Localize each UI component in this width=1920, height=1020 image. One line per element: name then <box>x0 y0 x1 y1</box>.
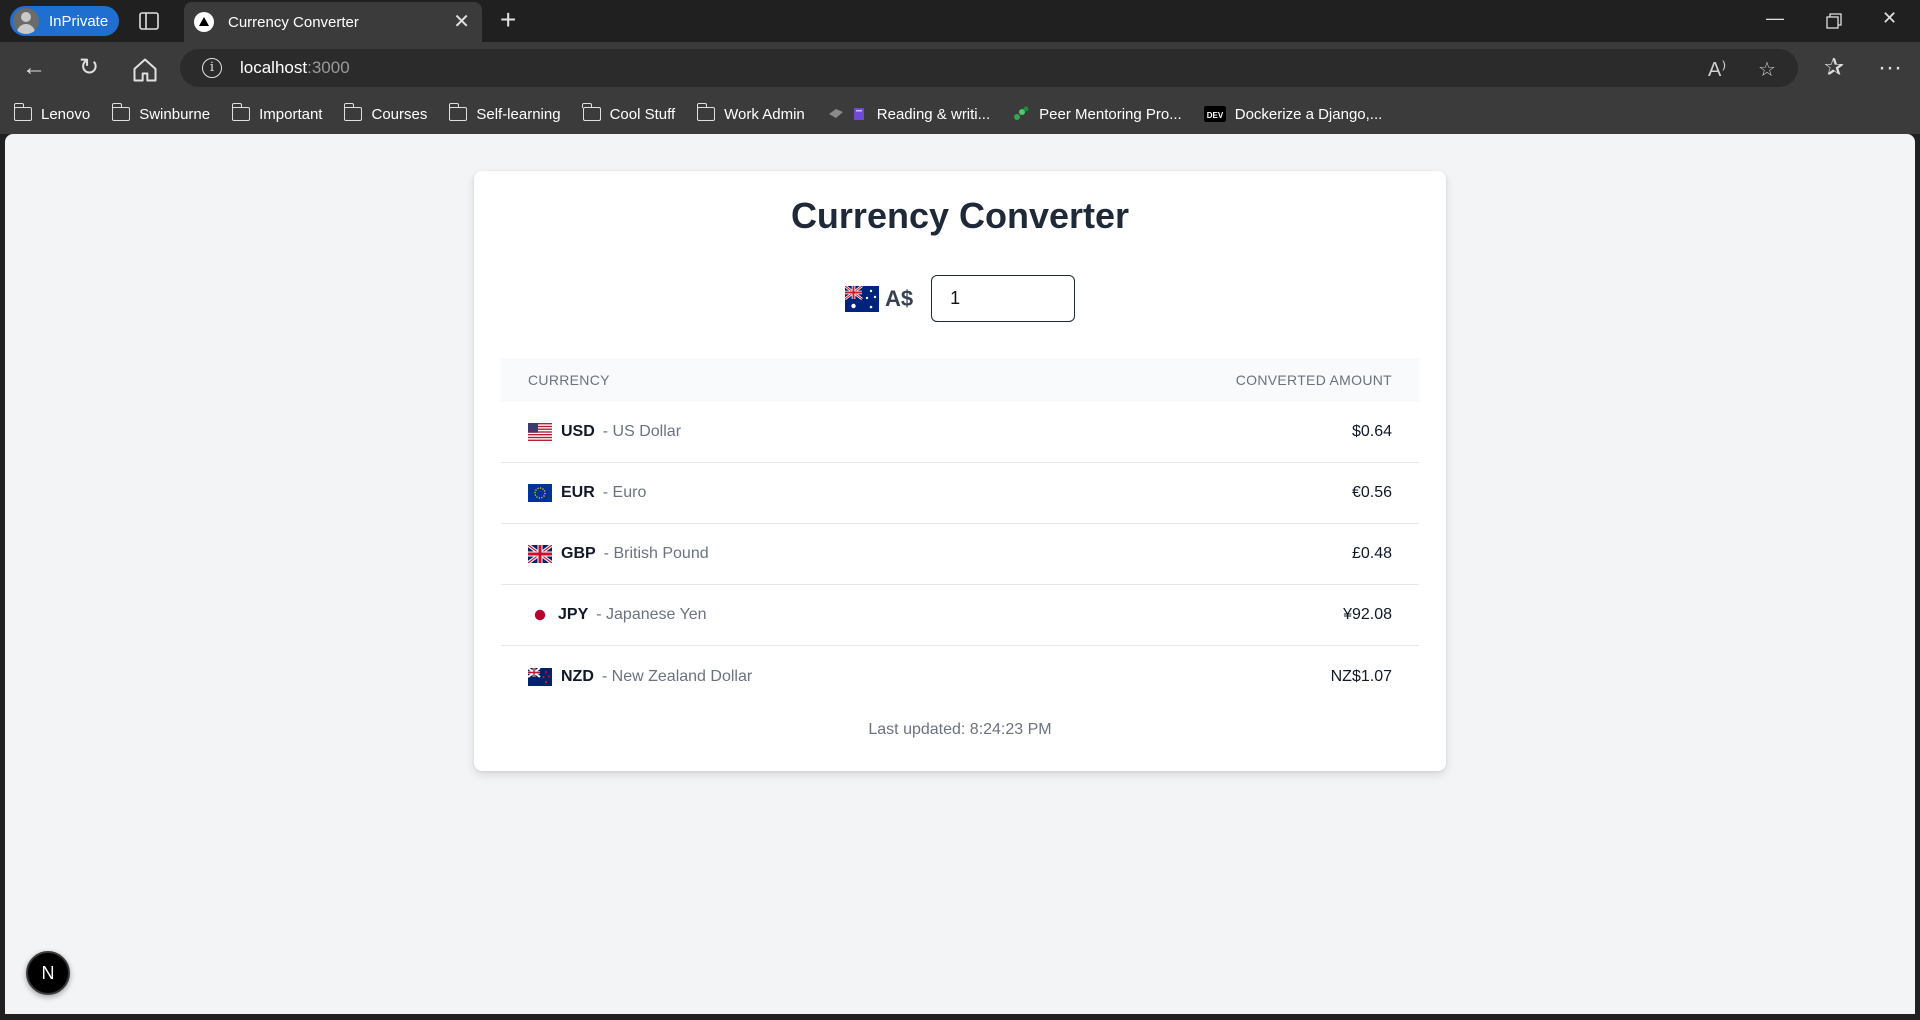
tab-favicon-icon <box>194 12 214 32</box>
currency-code: NZD <box>561 667 594 685</box>
tab-title: Currency Converter <box>228 13 359 31</box>
bookmark-peer-mentoring[interactable]: Peer Mentoring Pro... <box>1012 105 1182 123</box>
site-info-icon[interactable]: i <box>202 58 222 78</box>
currency-code: USD <box>561 423 595 440</box>
amount-input-row: A$ <box>474 275 1446 322</box>
reading-site-icon <box>828 109 843 118</box>
page-title: Currency Converter <box>790 195 1130 236</box>
restore-icon[interactable] <box>1826 13 1842 29</box>
table-row: NZD - New Zealand Dollar NZ$1.07 <box>501 646 1419 707</box>
currency-code: EUR <box>561 484 595 501</box>
new-tab-icon[interactable]: + <box>500 6 516 34</box>
converted-amount: NZ$1.07 <box>1330 667 1392 685</box>
nz-flag-icon <box>528 667 552 686</box>
bookmark-swinburne[interactable]: Swinburne <box>111 103 210 123</box>
read-aloud-icon[interactable]: A⁾ <box>1708 57 1726 82</box>
folder-icon <box>448 103 468 121</box>
more-menu-icon[interactable]: ··· <box>1876 54 1904 82</box>
uk-flag-icon <box>528 545 552 563</box>
converted-amount: £0.48 <box>1351 545 1392 562</box>
bookmark-work-admin[interactable]: Work Admin <box>696 103 805 123</box>
amount-input[interactable] <box>931 275 1076 322</box>
table-row: EUR - Euro €0.56 <box>501 463 1419 524</box>
folder-icon <box>231 103 251 121</box>
tab-actions-icon[interactable] <box>138 10 160 32</box>
back-icon[interactable]: ← <box>20 54 48 82</box>
refresh-icon[interactable]: ↻ <box>75 54 103 82</box>
minimize-icon[interactable]: — <box>1766 8 1784 29</box>
currency-name: - New Zealand Dollar <box>601 667 753 685</box>
base-currency-symbol: A$ <box>884 285 914 311</box>
dev-to-icon: DEV <box>1203 106 1226 122</box>
tab-currency-converter[interactable]: Currency Converter ✕ <box>184 2 482 42</box>
currency-name: - Japanese Yen <box>596 606 707 623</box>
page-viewport: Currency Converter A$ CURRENCY CONVERTED… <box>5 134 1915 1014</box>
bookmark-important[interactable]: Important <box>231 103 322 123</box>
header-converted-amount: CONVERTED AMOUNT <box>1235 372 1392 388</box>
converted-amount: $0.64 <box>1351 423 1392 440</box>
header-currency: CURRENCY <box>528 372 610 388</box>
conversion-table: CURRENCY CONVERTED AMOUNT USD - US Dolla… <box>501 358 1419 707</box>
close-window-icon[interactable]: ✕ <box>1882 8 1897 29</box>
favorites-icon[interactable]: ✰ <box>1820 54 1848 82</box>
bookmark-lenovo[interactable]: Lenovo <box>13 103 90 123</box>
converted-amount: ¥92.08 <box>1343 606 1392 623</box>
bookmark-dockerize-django[interactable]: DEV Dockerize a Django,... <box>1203 105 1382 123</box>
bookmark-cool-stuff[interactable]: Cool Stuff <box>582 103 675 123</box>
home-icon[interactable] <box>131 56 159 84</box>
inprivate-profile-button[interactable]: InPrivate <box>10 6 119 36</box>
folder-icon <box>111 103 131 121</box>
converted-amount: €0.56 <box>1351 484 1392 501</box>
table-header: CURRENCY CONVERTED AMOUNT <box>501 358 1419 402</box>
inprivate-label: InPrivate <box>49 12 109 30</box>
close-tab-icon[interactable]: ✕ <box>453 11 470 33</box>
peer-mentoring-icon <box>1014 106 1029 120</box>
currency-name: - Euro <box>602 484 647 501</box>
address-url[interactable]: localhost:3000 <box>240 58 350 78</box>
bookmark-reading-writing[interactable]: Reading & writi... <box>827 105 990 123</box>
table-row: JPY - Japanese Yen ¥92.08 <box>501 585 1419 646</box>
table-row: USD - US Dollar $0.64 <box>501 402 1419 463</box>
last-updated-text: Last updated: 8:24:23 PM <box>868 721 1052 738</box>
currency-code: GBP <box>561 545 596 562</box>
navigation-bar: ← ↻ i localhost:3000 A⁾ ☆ ✰ ··· <box>0 42 1920 94</box>
australia-flag-icon <box>844 285 879 312</box>
address-bar[interactable]: i localhost:3000 A⁾ ☆ <box>180 49 1798 87</box>
bookmark-courses[interactable]: Courses <box>343 103 427 123</box>
svg-text:DEV: DEV <box>1207 111 1224 120</box>
bookmarks-bar: Lenovo Swinburne Important Courses Self-… <box>0 94 1920 134</box>
folder-icon <box>582 103 601 121</box>
currency-code: JPY <box>558 606 589 623</box>
japan-flag-icon <box>528 606 552 624</box>
favorite-star-icon[interactable]: ☆ <box>1758 57 1776 82</box>
folder-icon <box>13 103 32 121</box>
table-row: GBP - British Pound £0.48 <box>501 524 1419 585</box>
folder-icon <box>343 103 363 121</box>
nextjs-dev-tools-button[interactable]: N <box>26 951 70 995</box>
bookmark-self-learning[interactable]: Self-learning <box>448 103 561 123</box>
avatar <box>13 8 39 34</box>
us-flag-icon <box>528 423 552 441</box>
title-bar: InPrivate Currency Converter ✕ + — ✕ <box>0 0 1920 42</box>
book-icon <box>853 108 864 120</box>
converter-card: Currency Converter A$ CURRENCY CONVERTED… <box>474 171 1446 771</box>
eu-flag-icon <box>528 484 552 502</box>
currency-name: - US Dollar <box>602 423 682 440</box>
currency-name: - British Pound <box>603 545 709 562</box>
folder-icon <box>696 103 716 121</box>
